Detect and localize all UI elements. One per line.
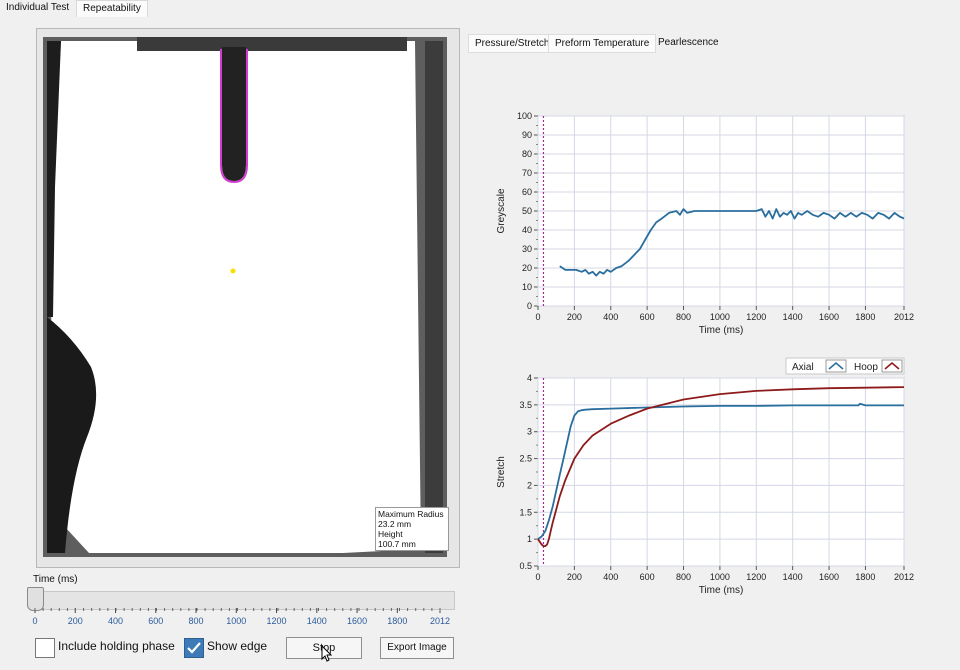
tab-repeatability[interactable]: Repeatability [76, 0, 148, 17]
x-tick-label: 1600 [819, 312, 839, 322]
x-tick-label: 2012 [894, 312, 914, 322]
x-tick-label: 0 [535, 312, 540, 322]
x-tick-label: 1000 [710, 572, 730, 582]
slider-tick-label: 1000 [226, 616, 246, 626]
slider-tick-label: 600 [148, 616, 163, 626]
x-tick-label: 800 [676, 572, 691, 582]
y-tick-label: 3.5 [519, 400, 532, 410]
tab-pressure-stretch[interactable]: Pressure/Stretch [468, 34, 557, 53]
x-tick-label: 600 [640, 312, 655, 322]
legend-swatch [881, 359, 903, 373]
mouse-pointer-icon [321, 645, 333, 662]
camera-image-panel: Maximum Radius 23.2 mm Height 100.7 mm [36, 28, 460, 568]
tab-pearlescence[interactable]: Pearlescence [652, 34, 725, 51]
y-tick-label: 20 [522, 263, 532, 273]
x-tick-label: 400 [603, 572, 618, 582]
y-tick-label: 80 [522, 149, 532, 159]
x-axis-label: Time (ms) [699, 325, 744, 336]
y-tick-label: 100 [517, 111, 532, 121]
y-tick-label: 2.5 [519, 454, 532, 464]
x-tick-label: 1600 [819, 572, 839, 582]
x-tick-label: 1400 [783, 572, 803, 582]
x-tick-label: 1400 [783, 312, 803, 322]
y-axis-label: Stretch [496, 456, 507, 488]
center-marker [230, 268, 236, 274]
legend: Axial Hoop [785, 357, 905, 375]
y-tick-label: 90 [522, 130, 532, 140]
slider-tick-label: 0 [32, 616, 37, 626]
greyscale-chart: 01020304050607080901000 200 400 600 800 1000 1… [496, 111, 914, 336]
include-holding-phase-checkbox[interactable] [35, 638, 55, 658]
legend-label: Axial [792, 362, 814, 373]
slider-tick-label: 1200 [267, 616, 287, 626]
x-tick-label: 1800 [855, 572, 875, 582]
tab-individual-test[interactable]: Individual Test [0, 0, 76, 16]
y-axis-label: Greyscale [496, 188, 507, 233]
show-edge-checkbox[interactable] [184, 638, 204, 658]
annotation-line: Maximum Radius [378, 509, 444, 519]
x-tick-label: 1200 [746, 312, 766, 322]
slider-tick-label: 200 [68, 616, 83, 626]
y-tick-label: 70 [522, 168, 532, 178]
tab-preform-temperature[interactable]: Preform Temperature [548, 34, 657, 53]
x-tick-label: 1800 [855, 312, 875, 322]
preform-edge-outline [220, 49, 248, 184]
include-holding-phase-label: Include holding phase [58, 639, 175, 653]
annotation-line: 23.2 mm [378, 519, 412, 529]
y-tick-label: 1.5 [519, 507, 532, 517]
y-tick-label: 40 [522, 225, 532, 235]
y-tick-label: 2 [527, 480, 532, 490]
checkmark-icon [187, 642, 201, 654]
y-tick-label: 50 [522, 206, 532, 216]
show-edge-label: Show edge [207, 639, 268, 653]
x-tick-label: 200 [567, 312, 582, 322]
x-tick-label: 1200 [746, 572, 766, 582]
slider-tick-label: 1600 [347, 616, 367, 626]
x-tick-label: 1000 [710, 312, 730, 322]
measurement-annotation: Maximum Radius 23.2 mm Height 100.7 mm [375, 507, 449, 551]
stretch-chart: 0.5 1 1.5 2 2.5 3 3.5 4 0 200 400 600 800 1000 1200 140… [496, 357, 914, 596]
y-tick-label: 30 [522, 244, 532, 254]
x-tick-label: 600 [640, 572, 655, 582]
y-tick-label: 10 [522, 282, 532, 292]
slider-tick-label: 1800 [387, 616, 407, 626]
x-axis-label: Time (ms) [699, 585, 744, 596]
x-tick-label: 0 [535, 572, 540, 582]
x-tick-label: 400 [603, 312, 618, 322]
x-tick-label: 2012 [894, 572, 914, 582]
y-tick-label: 0.5 [519, 561, 532, 571]
slider-tick-label: 400 [108, 616, 123, 626]
legend-label: Hoop [854, 362, 878, 373]
y-tick-label: 60 [522, 187, 532, 197]
annotation-line: Height [378, 529, 403, 539]
time-slider-scale: 0 200 400 600 800 1000 1200 1400 1600 1800 2012 [32, 608, 450, 626]
annotation-line: 100.7 mm [378, 539, 416, 549]
export-image-button[interactable]: Export Image [380, 637, 454, 659]
x-tick-label: 800 [676, 312, 691, 322]
y-tick-label: 4 [527, 373, 532, 383]
camera-image: Maximum Radius 23.2 mm Height 100.7 mm [43, 37, 449, 557]
y-tick-label: 0 [527, 301, 532, 311]
y-tick-label: 1 [527, 534, 532, 544]
x-tick-label: 200 [567, 572, 582, 582]
y-tick-label: 3 [527, 427, 532, 437]
time-slider-label: Time (ms) [33, 574, 78, 585]
legend-swatch [825, 359, 847, 373]
slider-tick-label: 800 [189, 616, 204, 626]
slider-tick-label: 1400 [307, 616, 327, 626]
slider-tick-label: 2012 [430, 616, 450, 626]
